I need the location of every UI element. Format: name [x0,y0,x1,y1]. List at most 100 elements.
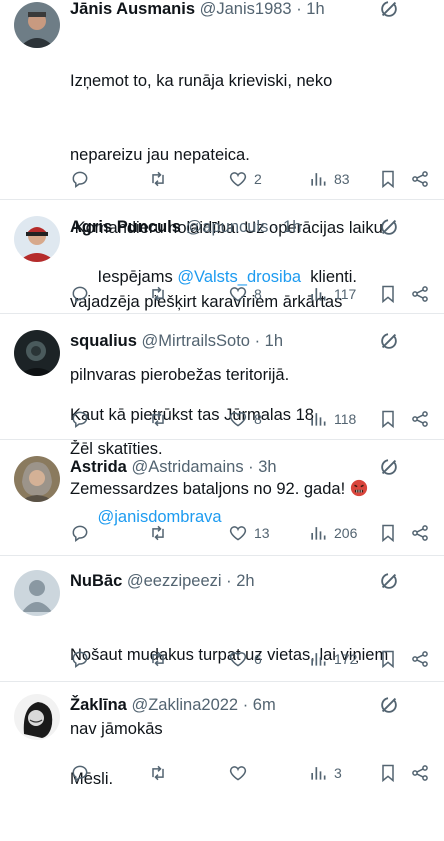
views-button[interactable]: 206 [308,520,357,546]
views-icon [308,169,328,189]
tweet-line: Izņemot to, ka runāja krieviski, neko [70,72,333,90]
bookmark-icon [378,763,398,783]
grok-icon[interactable] [378,0,400,20]
share-icon [410,523,430,543]
views-icon [308,649,328,669]
more-icon[interactable] [412,216,434,238]
bookmark-icon [378,409,398,429]
share-button[interactable] [410,520,430,546]
like-button[interactable]: 2 [228,166,262,192]
reply-button[interactable] [70,760,90,786]
author-name[interactable]: Žaklīna [70,696,127,714]
more-icon[interactable] [412,456,434,478]
retweet-button[interactable] [148,520,168,546]
share-button[interactable] [410,166,430,192]
views-button[interactable]: 118 [308,406,356,432]
author-handle[interactable]: @eezzipeezi [127,572,222,590]
like-button[interactable]: 8 [228,406,262,432]
tweet[interactable]: Agris Punculs @apunculs · 1h Iespējams @… [0,200,444,314]
reply-button[interactable] [70,281,90,307]
tweet[interactable]: Jānis Ausmanis @Janis1983 · 1h Izņemot t… [0,0,444,458]
avatar[interactable] [14,456,60,502]
avatar[interactable] [14,330,60,376]
tweet[interactable]: squalius @MirtrailsSoto · 1h Kaut kā pie… [0,314,444,498]
bookmark-button[interactable] [378,760,398,786]
retweet-icon [148,763,168,783]
retweet-button[interactable] [148,406,168,432]
tweet-time[interactable]: · 6m [243,696,276,714]
author-handle[interactable]: @Zaklina2022 [131,696,238,714]
avatar[interactable] [14,570,60,616]
bookmark-button[interactable] [378,281,398,307]
reply-button[interactable] [70,646,90,672]
grok-icon[interactable] [378,456,400,478]
author-name[interactable]: Agris Punculs [70,218,181,236]
retweet-icon [148,649,168,669]
tweet[interactable]: Astrida @Astridamains · 3h @janisdombrav… [0,440,444,556]
grok-icon[interactable] [378,216,400,238]
tweet-time[interactable]: · 1h [273,218,301,236]
reply-button[interactable] [70,520,90,546]
bookmark-icon [378,649,398,669]
author-handle[interactable]: @Astridamains [131,458,243,476]
author-name[interactable]: Astrida [70,458,127,476]
author-handle[interactable]: @Janis1983 [200,0,292,18]
more-icon[interactable] [412,0,434,20]
author-name[interactable]: NuBāc [70,572,122,590]
like-button[interactable] [228,760,248,786]
bookmark-button[interactable] [378,166,398,192]
avatar[interactable] [14,694,60,740]
author-name[interactable]: Jānis Ausmanis [70,0,195,18]
share-button[interactable] [410,646,430,672]
tweet-time[interactable]: · 3h [248,458,276,476]
bookmark-icon [378,523,398,543]
views-button[interactable]: 83 [308,166,350,192]
like-icon [228,284,248,304]
retweet-button[interactable] [148,166,168,192]
share-icon [410,649,430,669]
tweet-actions: 8 118 [62,406,438,432]
like-count: 8 [254,411,262,427]
views-icon [308,409,328,429]
author-handle[interactable]: @apunculs [186,218,269,236]
share-button[interactable] [410,406,430,432]
tweet-time[interactable]: · 2h [226,572,254,590]
share-button[interactable] [410,281,430,307]
grok-icon[interactable] [378,694,400,716]
retweet-button[interactable] [148,646,168,672]
tweet[interactable]: Žaklīna @Zaklina2022 · 6m Mēsli. 3 [0,682,444,800]
share-icon [410,409,430,429]
like-icon [228,763,248,783]
tweet-time[interactable]: · 1h [296,0,324,18]
tweet-time[interactable]: · 1h [255,332,283,350]
retweet-icon [148,409,168,429]
author-handle[interactable]: @MirtrailsSoto [142,332,250,350]
bookmark-button[interactable] [378,646,398,672]
retweet-button[interactable] [148,281,168,307]
more-icon[interactable] [412,570,434,592]
bookmark-button[interactable] [378,406,398,432]
retweet-icon [148,284,168,304]
avatar[interactable] [14,216,60,262]
like-button[interactable]: 8 [228,281,262,307]
tweet[interactable]: NuBāc @eezzipeezi · 2h Nošaut mudakus tu… [0,556,444,738]
like-icon [228,169,248,189]
grok-icon[interactable] [378,330,400,352]
share-icon [410,284,430,304]
reply-icon [70,169,90,189]
reply-button[interactable] [70,406,90,432]
more-icon[interactable] [412,694,434,716]
bookmark-button[interactable] [378,520,398,546]
views-button[interactable]: 117 [308,281,356,307]
grok-icon[interactable] [378,570,400,592]
like-button[interactable]: 13 [228,520,270,546]
share-button[interactable] [410,760,430,786]
avatar[interactable] [14,2,60,48]
views-button[interactable]: 172 [308,646,357,672]
retweet-button[interactable] [148,760,168,786]
reply-button[interactable] [70,166,90,192]
views-button[interactable]: 3 [308,760,342,786]
author-name[interactable]: squalius [70,332,137,350]
more-icon[interactable] [412,330,434,352]
like-button[interactable]: 6 [228,646,262,672]
